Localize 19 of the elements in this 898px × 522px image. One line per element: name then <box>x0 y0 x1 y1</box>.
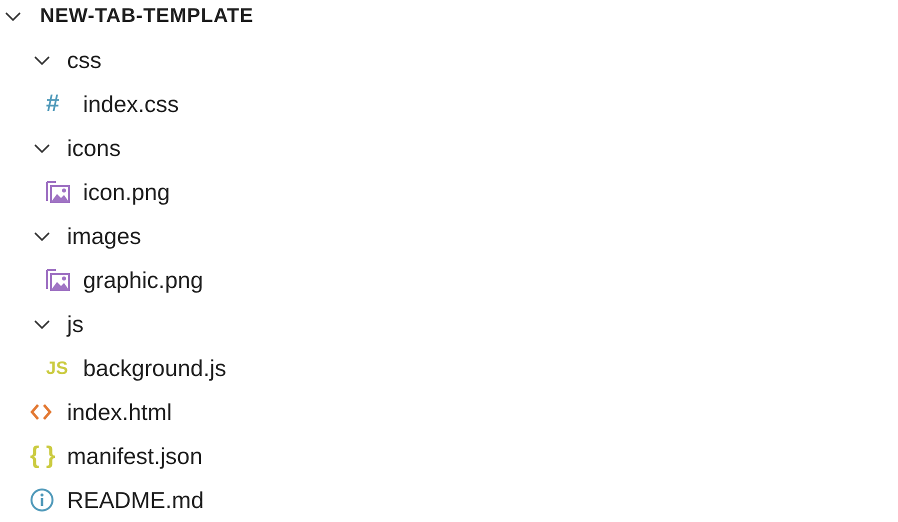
file-name[interactable]: icon.png <box>83 174 170 210</box>
folder-name[interactable]: images <box>67 218 142 254</box>
image-icon <box>46 181 70 203</box>
file-name[interactable]: index.html <box>67 394 172 430</box>
info-icon <box>30 488 54 512</box>
folder-name[interactable]: css <box>67 42 102 78</box>
file-name[interactable]: graphic.png <box>83 262 204 298</box>
image-icon <box>46 269 70 291</box>
hash-icon: # <box>46 92 60 116</box>
code-brackets-icon <box>30 403 52 421</box>
folder-name[interactable]: js <box>67 306 84 342</box>
js-icon: JS <box>46 359 68 377</box>
braces-icon: { } <box>30 444 56 468</box>
folder-name[interactable]: icons <box>67 130 121 166</box>
project-title[interactable]: NEW-TAB-TEMPLATE <box>40 1 254 31</box>
file-name[interactable]: background.js <box>83 350 226 386</box>
file-name[interactable]: README.md <box>67 482 204 518</box>
file-name[interactable]: manifest.json <box>67 438 203 474</box>
file-name[interactable]: index.css <box>83 86 179 122</box>
